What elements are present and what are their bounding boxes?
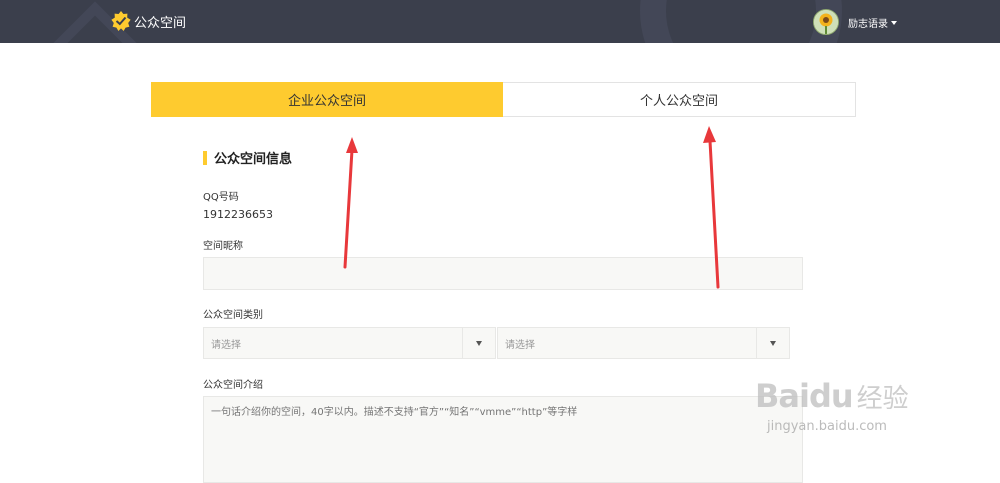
section-accent-bar [203, 150, 207, 165]
user-menu[interactable]: 励志语录 [813, 9, 897, 35]
intro-label: 公众空间介绍 [203, 380, 263, 391]
top-header: 公众空间 励志语录 [0, 0, 1000, 43]
avatar[interactable] [813, 9, 839, 35]
space-type-tabs: 企业公众空间 个人公众空间 [151, 82, 856, 117]
annotation-arrowhead-right [703, 126, 716, 143]
category-select-secondary-value: 请选择 [505, 339, 535, 351]
section-title: 公众空间信息 [203, 148, 292, 167]
watermark-main: Baidu [755, 377, 854, 415]
category-select-primary-toggle[interactable] [462, 328, 495, 358]
checkmark-star-icon [111, 11, 131, 31]
category-select-primary[interactable]: 请选择 [203, 327, 496, 359]
category-select-primary-value: 请选择 [211, 339, 241, 351]
user-name: 励志语录 [848, 18, 888, 30]
watermark-sub: jingyan.baidu.com [767, 419, 887, 434]
triangle-down-icon [476, 340, 482, 346]
qq-value: 1912236653 [203, 208, 273, 221]
category-select-secondary[interactable]: 请选择 [497, 327, 790, 359]
category-select-secondary-toggle[interactable] [756, 328, 789, 358]
nickname-input[interactable] [203, 257, 803, 290]
sunflower-icon [814, 10, 838, 34]
annotation-arrowhead-left [346, 137, 358, 153]
baidu-watermark: Baidu 经验 jingyan.baidu.com [755, 377, 909, 434]
intro-textarea[interactable] [203, 396, 803, 483]
caret-down-icon[interactable] [891, 20, 897, 25]
annotation-arrow-left [343, 148, 354, 269]
watermark-cn: 经验 [856, 383, 909, 414]
tab-personal-space[interactable]: 个人公众空间 [503, 82, 856, 117]
logo-text: 公众空间 [134, 15, 187, 31]
header-decoration-circle [640, 0, 842, 43]
nickname-label: 空间昵称 [203, 241, 243, 252]
section-title-text: 公众空间信息 [214, 152, 293, 167]
qq-label: QQ号码 [203, 192, 239, 203]
triangle-down-icon [770, 340, 776, 346]
logo[interactable]: 公众空间 [111, 11, 186, 31]
category-label: 公众空间类别 [203, 310, 263, 321]
tab-enterprise-space[interactable]: 企业公众空间 [151, 82, 503, 117]
